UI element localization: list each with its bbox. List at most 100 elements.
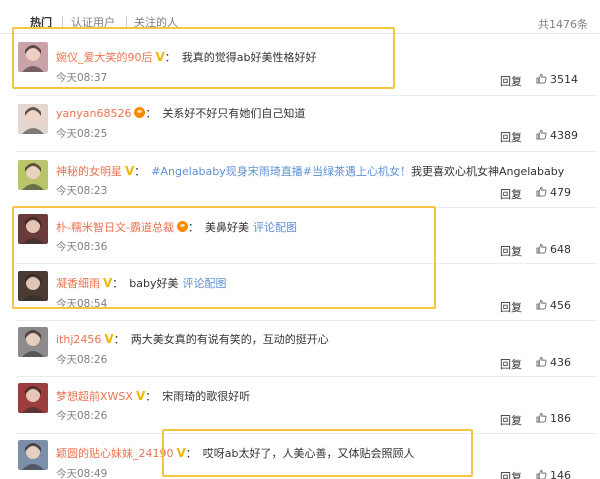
avatar[interactable]	[18, 383, 48, 413]
comment-content: 朴-糯米智日文-霸道总裁 ： 美鼻好美 评论配图	[56, 220, 297, 235]
comment-content: ithj2456 V： 两大美女真的有说有笑的，互动的挺开心	[56, 332, 329, 347]
thumbs-up-icon	[536, 356, 547, 367]
comment-content: yanyan68526 ： 关系好不好只有她们自己知道	[56, 106, 305, 121]
avatar[interactable]	[18, 214, 48, 244]
like-button[interactable]: 648	[536, 243, 571, 256]
like-button[interactable]: 456	[536, 299, 571, 312]
comment-username[interactable]: ithj2456	[56, 333, 101, 346]
comment-text: 宋雨琦的歌很好听	[162, 390, 251, 403]
comment-topic-link[interactable]: #Angelababy现身宋雨琦直播#当绿茶遇上心机女！	[151, 165, 411, 178]
colon-separator: ：	[112, 277, 124, 290]
colon-separator: ：	[145, 107, 157, 120]
row-divider	[16, 95, 596, 96]
comment-content: 凝香细雨 V： baby好美 评论配图	[56, 276, 227, 291]
verified-v-badge-icon[interactable]: V	[177, 446, 186, 461]
verified-v-badge-icon[interactable]: V	[156, 50, 165, 65]
avatar-image	[18, 327, 48, 357]
reply-button[interactable]: 回复	[500, 299, 522, 315]
tab-hot[interactable]: 热门	[30, 14, 52, 30]
comment-text: 两大美女真的有说有笑的，互动的挺开心	[130, 333, 329, 346]
colon-separator: ：	[185, 447, 197, 460]
verified-v-badge-icon[interactable]: V	[136, 389, 145, 404]
reply-button[interactable]: 回复	[500, 469, 522, 479]
row-divider	[16, 433, 596, 434]
like-count: 648	[550, 243, 571, 256]
tab-following[interactable]: 关注的人	[134, 14, 178, 30]
reply-button[interactable]: 回复	[500, 356, 522, 372]
thumbs-up-icon	[536, 73, 547, 84]
thumbs-up-icon	[536, 186, 547, 197]
reply-button[interactable]: 回复	[500, 243, 522, 259]
avatar[interactable]	[18, 104, 48, 134]
verified-v-badge-icon[interactable]: V	[103, 276, 112, 291]
tab-verified-users[interactable]: 认证用户	[71, 14, 115, 30]
colon-separator: ：	[164, 51, 176, 64]
comment-text-wrap: 美鼻好美 评论配图	[205, 221, 297, 234]
comment-text: 我更喜欢心机女神Angelababy	[411, 165, 565, 178]
comment-text-wrap: 关系好不好只有她们自己知道	[162, 107, 305, 120]
comment-username[interactable]: 颖圆的贴心妹妹_24190	[56, 447, 174, 460]
like-count: 146	[550, 469, 571, 479]
comment-text-wrap: 哎呀ab太好了，人美心善，又体贴会照顾人	[203, 447, 415, 460]
reply-button[interactable]: 回复	[500, 129, 522, 145]
avatar[interactable]	[18, 271, 48, 301]
reply-button[interactable]: 回复	[500, 73, 522, 89]
avatar[interactable]	[18, 440, 48, 470]
comment-text: 哎呀ab太好了，人美心善，又体贴会照顾人	[202, 447, 415, 460]
comment-image-link[interactable]: 评论配图	[183, 277, 227, 290]
colon-separator: ：	[145, 390, 157, 403]
like-button[interactable]: 4389	[536, 129, 578, 142]
comment-username[interactable]: 神秘的女明星	[56, 165, 122, 178]
like-count: 186	[550, 412, 571, 425]
row-divider	[16, 263, 596, 264]
thumbs-up-icon	[536, 129, 547, 140]
avatar-image	[18, 214, 48, 244]
comment-username[interactable]: 凝香细雨	[56, 277, 100, 290]
comment-text: baby好美	[129, 277, 179, 290]
like-button[interactable]: 186	[536, 412, 571, 425]
avatar[interactable]	[18, 327, 48, 357]
avatar[interactable]	[18, 160, 48, 190]
member-badge-icon[interactable]	[134, 107, 146, 118]
comment-username[interactable]: 婉仪_爱大笑的90后	[56, 51, 153, 64]
comment-total-count: 共1476条	[538, 18, 588, 31]
comment-username[interactable]: 朴-糯米智日文-霸道总裁	[56, 221, 174, 234]
comment-content: 颖圆的贴心妹妹_24190 V： 哎呀ab太好了，人美心善，又体贴会照顾人	[56, 446, 415, 461]
like-button[interactable]: 479	[536, 186, 571, 199]
tab-divider	[126, 16, 127, 27]
comment-username[interactable]: yanyan68526	[56, 107, 131, 120]
colon-separator: ：	[187, 221, 199, 234]
comment-text-wrap: #Angelababy现身宋雨琦直播#当绿茶遇上心机女！我更喜欢心机女神Ange…	[151, 165, 564, 178]
avatar-image	[18, 42, 48, 72]
avatar-image	[18, 383, 48, 413]
avatar-image	[18, 271, 48, 301]
like-button[interactable]: 3514	[536, 73, 578, 86]
like-count: 456	[550, 299, 571, 312]
comment-timestamp: 今天08:37	[56, 72, 108, 84]
avatar[interactable]	[18, 42, 48, 72]
verified-v-badge-icon[interactable]: V	[104, 332, 113, 347]
comment-timestamp: 今天08:25	[56, 128, 108, 140]
reply-button[interactable]: 回复	[500, 412, 522, 428]
row-divider	[16, 151, 596, 152]
row-divider	[16, 320, 596, 321]
like-count: 3514	[550, 73, 578, 86]
thumbs-up-icon	[536, 299, 547, 310]
comment-image-link[interactable]: 评论配图	[253, 221, 297, 234]
row-divider	[16, 207, 596, 208]
like-button[interactable]: 146	[536, 469, 571, 479]
comment-content: 神秘的女明星 V： #Angelababy现身宋雨琦直播#当绿茶遇上心机女！我更喜欢…	[56, 164, 564, 179]
like-button[interactable]: 436	[536, 356, 571, 369]
comment-username[interactable]: 梦想超前XWSX	[56, 390, 133, 403]
like-count: 436	[550, 356, 571, 369]
colon-separator: ：	[113, 333, 125, 346]
comment-timestamp: 今天08:23	[56, 185, 108, 197]
member-badge-icon[interactable]	[176, 221, 188, 232]
comment-text: 关系好不好只有她们自己知道	[162, 107, 306, 120]
tab-divider	[62, 16, 63, 27]
avatar-image	[18, 104, 48, 134]
reply-button[interactable]: 回复	[500, 186, 522, 202]
comment-text-wrap: 两大美女真的有说有笑的，互动的挺开心	[131, 333, 329, 346]
verified-v-badge-icon[interactable]: V	[125, 164, 134, 179]
comment-timestamp: 今天08:26	[56, 410, 108, 422]
